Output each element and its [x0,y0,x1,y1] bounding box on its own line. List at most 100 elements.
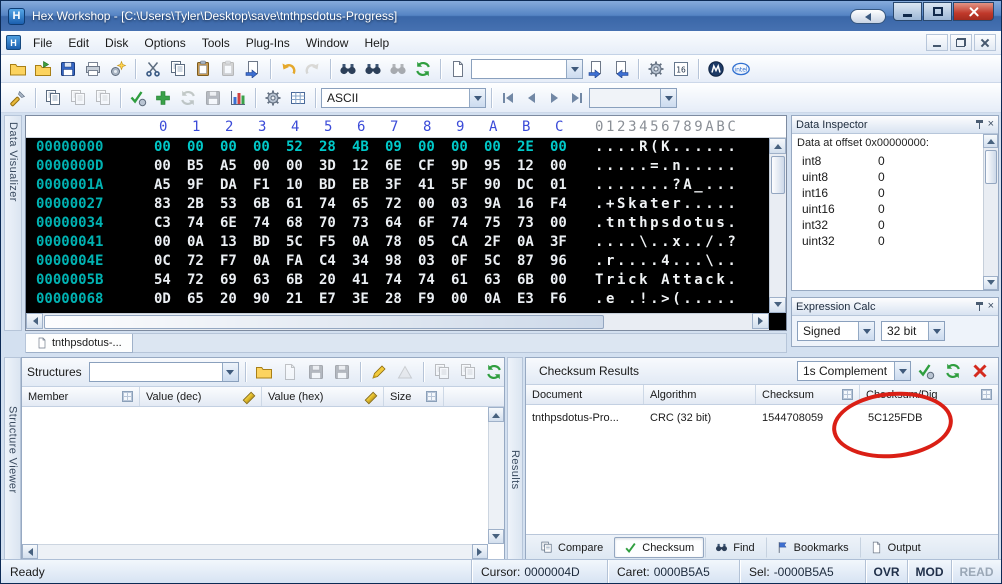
hex-byte[interactable]: BD [319,176,352,195]
hex-byte[interactable]: 5F [451,176,484,195]
hex-byte[interactable]: E3 [517,290,550,309]
checksum-results-list[interactable]: tnthpsdotus-Pro...CRC (32 bit)1544708059… [526,405,998,534]
hex-byte[interactable]: 74 [319,195,352,214]
copy-button[interactable] [166,57,190,81]
hex-ascii[interactable]: ....\..x../.? [595,233,738,252]
hex-byte[interactable]: 72 [187,271,220,290]
hex-byte[interactable]: 00 [418,138,451,157]
hex-byte[interactable]: 54 [154,271,187,290]
hex-byte[interactable]: 6B [253,195,286,214]
hex-byte[interactable]: C3 [154,214,187,233]
minimize-button[interactable] [893,2,922,21]
hex-byte[interactable]: 5C [286,233,319,252]
hex-byte[interactable]: 00 [154,157,187,176]
hex-byte[interactable]: 01 [550,176,583,195]
hex-byte[interactable]: 00 [154,138,187,157]
combo-arrow-icon[interactable] [469,89,485,107]
hex-byte[interactable]: 9A [484,195,517,214]
insert-file-button[interactable] [241,57,265,81]
results-tab-bookmarks[interactable]: Bookmarks [766,537,859,558]
undo-button[interactable] [276,57,300,81]
hex-byte[interactable]: 73 [517,214,550,233]
save-structure-button[interactable] [304,360,328,384]
hex-ascii[interactable]: .......?A_... [595,176,738,195]
scroll-down-button[interactable] [488,529,504,544]
refresh-checksum-button[interactable] [941,359,965,383]
hex-byte[interactable]: 20 [220,290,253,309]
compare-prev-button[interactable] [66,86,90,110]
aero-capsule-button[interactable] [850,9,886,24]
hex-byte[interactable]: 0A [187,233,220,252]
scroll-up-button[interactable] [769,138,786,154]
scroll-down-button[interactable] [769,297,786,313]
hex-byte[interactable]: 9D [451,157,484,176]
open-button[interactable] [6,57,30,81]
hex-byte[interactable]: 6F [418,214,451,233]
goto-forward-button[interactable] [609,57,633,81]
open-structure-button[interactable] [252,360,276,384]
sign-mode-combobox[interactable]: Signed [797,321,875,341]
status-read-indicator[interactable]: READ [951,560,1001,583]
menu-item-file[interactable]: File [25,33,60,53]
save-all-structures-button[interactable] [330,360,354,384]
data-inspector-header[interactable]: Data Inspector × [792,116,998,134]
hex-byte[interactable]: 52 [286,138,319,157]
hex-byte[interactable]: 3E [352,290,385,309]
combo-arrow-icon[interactable] [858,322,874,340]
motorola-byte-order-button[interactable] [704,57,728,81]
statistics-button[interactable] [226,86,250,110]
hex-byte[interactable]: 0A [253,252,286,271]
menu-item-plugins[interactable]: Plug-Ins [238,33,298,53]
inspector-row[interactable]: int160 [792,185,983,201]
hex-byte[interactable]: FA [286,252,319,271]
expression-calc-header[interactable]: Expression Calc × [792,298,998,316]
structures-column-0[interactable]: Member [22,387,140,406]
hex-byte[interactable]: 0C [154,252,187,271]
hex-byte[interactable]: 00 [451,290,484,309]
hex-byte[interactable]: 41 [418,176,451,195]
hex-byte[interactable]: 21 [286,290,319,309]
paste-button[interactable] [191,57,215,81]
hex-byte[interactable]: 34 [352,252,385,271]
hex-byte[interactable]: 00 [550,271,583,290]
hex-byte[interactable]: 65 [187,290,220,309]
goto-combobox[interactable] [471,59,583,79]
hex-byte[interactable]: 00 [253,157,286,176]
hex-byte[interactable]: 63 [484,271,517,290]
hex-byte[interactable]: 00 [550,138,583,157]
hex-byte[interactable]: 74 [418,271,451,290]
document-tab[interactable]: tnthpsdotus-... [26,334,133,353]
hex-byte[interactable]: 20 [319,271,352,290]
results-tab-checksum[interactable]: Checksum [614,537,704,558]
hex-byte[interactable]: 3D [319,157,352,176]
hex-calc-button[interactable] [669,57,693,81]
save-results-button[interactable] [201,86,225,110]
hex-byte[interactable]: 73 [352,214,385,233]
combo-arrow-icon[interactable] [222,363,238,381]
hex-byte[interactable]: 5C [484,252,517,271]
duplicate-structure-button[interactable] [456,360,480,384]
scroll-right-button[interactable] [472,544,488,559]
checksum-column-1[interactable]: Algorithm [644,385,756,404]
hex-byte[interactable]: 28 [319,138,352,157]
structure-viewer-tab[interactable]: Structure Viewer [4,357,21,561]
paste-special-button[interactable] [216,57,240,81]
bit-mode-combobox[interactable]: 32 bit [881,321,945,341]
options-button[interactable] [106,57,130,81]
hex-byte[interactable]: 78 [385,233,418,252]
hex-byte[interactable]: 0A [517,233,550,252]
hex-byte[interactable]: 64 [385,214,418,233]
hex-byte[interactable]: F7 [220,252,253,271]
hex-byte[interactable]: 69 [220,271,253,290]
hex-byte[interactable]: 83 [154,195,187,214]
hex-byte[interactable]: 87 [517,252,550,271]
status-ovr-indicator[interactable]: OVR [865,560,907,583]
inspector-row[interactable]: uint160 [792,201,983,217]
hex-byte[interactable]: 72 [385,195,418,214]
menu-item-disk[interactable]: Disk [97,33,136,53]
hex-byte[interactable]: BD [253,233,286,252]
scroll-left-button[interactable] [22,544,38,559]
scroll-down-button[interactable] [983,276,998,290]
hex-byte[interactable]: DA [220,176,253,195]
new-structure-button[interactable] [278,360,302,384]
